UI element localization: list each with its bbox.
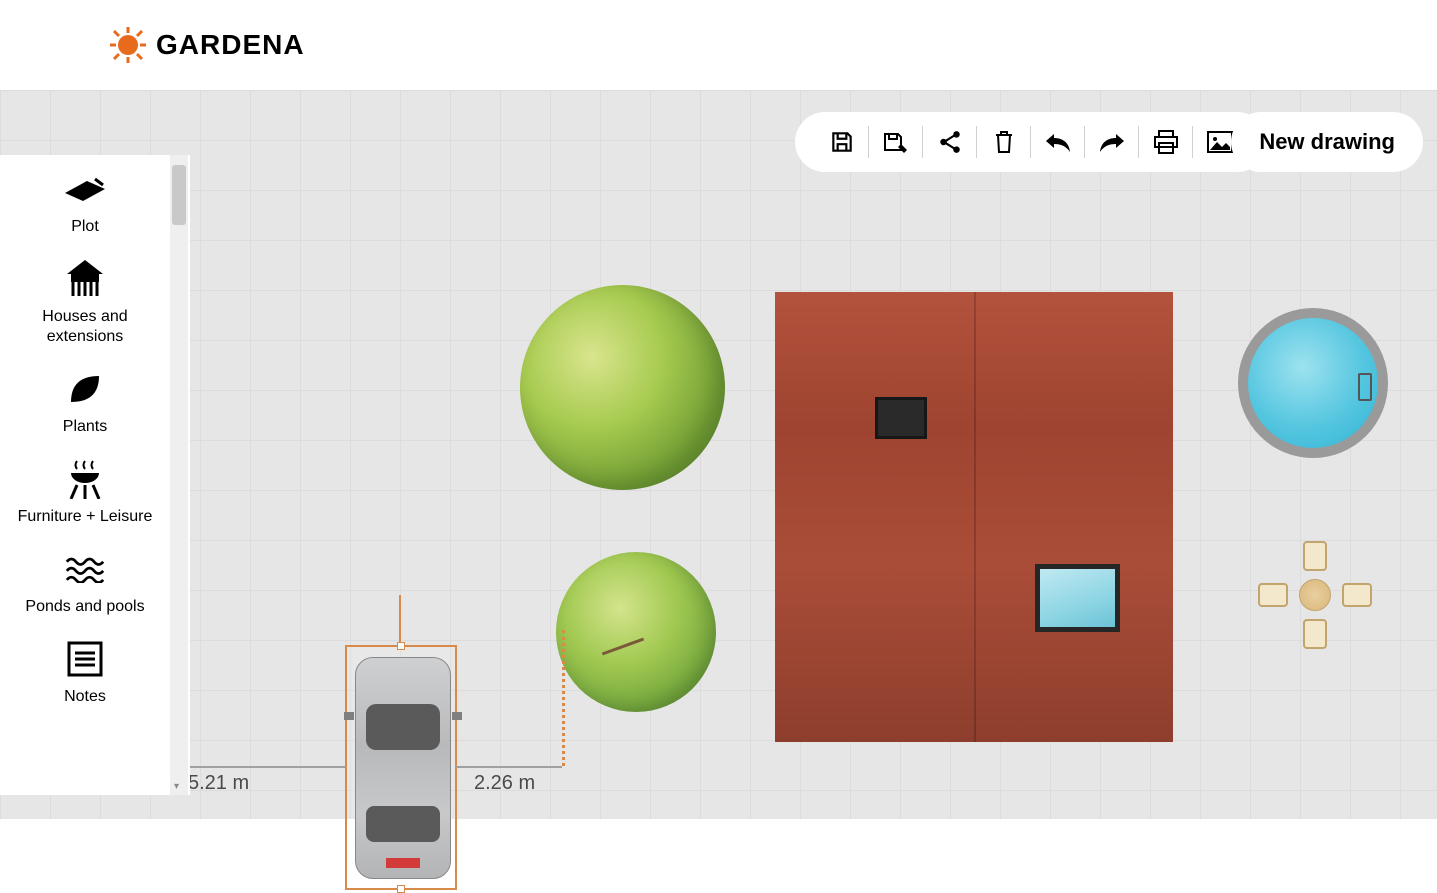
house-window-large	[1035, 564, 1120, 632]
palette-item-notes[interactable]: Notes	[0, 625, 170, 715]
chevron-down-icon[interactable]: ▾	[174, 781, 184, 791]
top-toolbar	[795, 112, 1267, 172]
palette-scrollbar[interactable]: ▾	[170, 155, 188, 795]
measure-line	[456, 766, 562, 768]
car-icon	[355, 657, 451, 879]
selection-axis	[399, 595, 401, 645]
save-as-button[interactable]	[869, 122, 923, 162]
brand-logo: GARDENA	[108, 25, 305, 65]
save-icon	[829, 129, 855, 155]
share-button[interactable]	[923, 122, 977, 162]
house-window-small	[875, 397, 927, 439]
measure-guide	[562, 630, 565, 766]
pool-ladder-icon	[1358, 373, 1372, 401]
sun-icon	[108, 25, 148, 65]
canvas-pool[interactable]	[1238, 308, 1388, 458]
undo-icon	[1044, 132, 1072, 152]
canvas[interactable]: 5.21 m 2.26 m	[0, 90, 1437, 819]
leaf-icon	[65, 369, 105, 409]
measure-label-right: 2.26 m	[474, 772, 535, 795]
canvas-house[interactable]	[775, 292, 1173, 742]
trash-icon	[992, 129, 1016, 155]
save-button[interactable]	[815, 122, 869, 162]
chair-icon	[1303, 619, 1327, 649]
print-icon	[1152, 129, 1180, 155]
measure-label-left: 5.21 m	[188, 772, 249, 795]
palette-list: Plot Houses and extensions Plants Furnit…	[0, 155, 170, 795]
measure-line	[188, 766, 345, 768]
new-drawing-button[interactable]: New drawing	[1231, 112, 1423, 172]
palette: Plot Houses and extensions Plants Furnit…	[0, 155, 190, 795]
chair-icon	[1342, 583, 1372, 607]
undo-button[interactable]	[1031, 122, 1085, 162]
header: GARDENA	[0, 0, 1437, 90]
palette-label: Houses and extensions	[6, 307, 164, 347]
palette-label: Furniture + Leisure	[18, 507, 153, 527]
plot-icon	[65, 169, 105, 209]
palette-label: Plants	[63, 417, 107, 437]
redo-button[interactable]	[1085, 122, 1139, 162]
palette-label: Plot	[71, 217, 99, 237]
palette-label: Ponds and pools	[25, 597, 144, 617]
notes-icon	[65, 639, 105, 679]
image-icon	[1206, 130, 1234, 154]
redo-icon	[1098, 132, 1126, 152]
share-icon	[937, 129, 963, 155]
print-button[interactable]	[1139, 122, 1193, 162]
brand-name: GARDENA	[156, 29, 305, 61]
house-icon	[65, 259, 105, 299]
chair-icon	[1303, 541, 1327, 571]
palette-item-furniture[interactable]: Furniture + Leisure	[0, 445, 170, 535]
bbq-icon	[65, 459, 105, 499]
palette-item-plot[interactable]: Plot	[0, 155, 170, 245]
canvas-tree-large[interactable]	[520, 285, 725, 490]
resize-handle[interactable]	[397, 642, 405, 650]
palette-item-ponds[interactable]: Ponds and pools	[0, 535, 170, 625]
delete-button[interactable]	[977, 122, 1031, 162]
canvas-tree-small[interactable]	[556, 552, 716, 712]
canvas-table-set[interactable]	[1265, 545, 1365, 645]
save-edit-icon	[881, 129, 911, 155]
chair-icon	[1258, 583, 1288, 607]
resize-handle[interactable]	[397, 885, 405, 893]
canvas-car-selected[interactable]	[345, 645, 457, 890]
palette-label: Notes	[64, 687, 106, 707]
water-icon	[65, 549, 105, 589]
table-icon	[1299, 579, 1331, 611]
palette-item-plants[interactable]: Plants	[0, 355, 170, 445]
scrollbar-thumb[interactable]	[172, 165, 186, 225]
palette-item-houses[interactable]: Houses and extensions	[0, 245, 170, 355]
